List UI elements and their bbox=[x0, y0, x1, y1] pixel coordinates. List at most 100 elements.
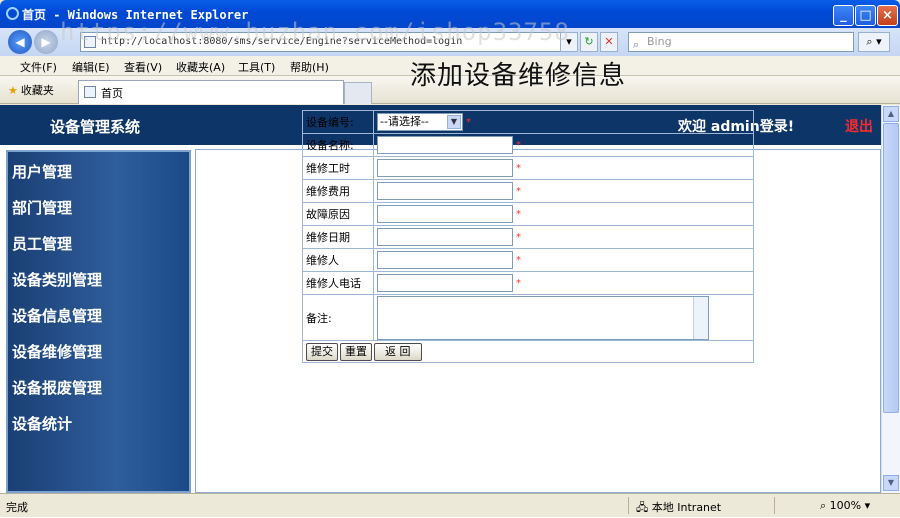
search-button[interactable]: ⌕ ▾ bbox=[858, 32, 890, 52]
field-label: 设备名称: bbox=[302, 133, 374, 157]
sidebar-item-departments[interactable]: 部门管理 bbox=[12, 197, 72, 218]
address-dropdown-icon[interactable]: ▾ bbox=[560, 32, 578, 52]
textarea-scrollbar[interactable] bbox=[693, 296, 708, 339]
device-name-input[interactable] bbox=[377, 136, 513, 154]
address-url: http://localhost:8080/sms/service/Engine… bbox=[101, 36, 463, 47]
repair-date-input[interactable] bbox=[377, 228, 513, 246]
new-tab-button[interactable] bbox=[344, 82, 372, 104]
field-label: 设备编号: bbox=[302, 110, 374, 134]
repairer-input[interactable] bbox=[377, 251, 513, 269]
form-row: 备注: bbox=[302, 294, 754, 341]
page-icon bbox=[84, 86, 96, 98]
field-label: 维修工时 bbox=[302, 156, 374, 180]
required-mark: * bbox=[516, 139, 521, 151]
scroll-thumb[interactable] bbox=[883, 123, 899, 413]
status-text: 完成 bbox=[6, 501, 28, 514]
page-scrollbar[interactable]: ▲ ▼ bbox=[881, 105, 900, 493]
select-value: --请选择-- bbox=[380, 115, 429, 128]
forward-nav-button[interactable]: ▶ bbox=[34, 30, 58, 54]
minimize-button[interactable]: _ bbox=[833, 5, 854, 26]
status-bar: 完成 🖧 本地 Intranet ⌕ 100% ▾ bbox=[0, 493, 900, 517]
address-input[interactable]: http://localhost:8080/sms/service/Engine… bbox=[80, 32, 578, 52]
zoom-icon: ⌕ bbox=[820, 499, 830, 512]
page-title: 添加设备维修信息 bbox=[410, 61, 627, 91]
star-icon: ★ bbox=[8, 84, 18, 97]
sidebar: 用户管理 部门管理 员工管理 设备类别管理 设备信息管理 设备维修管理 设备报废… bbox=[6, 150, 191, 493]
remark-textarea[interactable] bbox=[377, 295, 709, 340]
back-button[interactable]: 返 回 bbox=[374, 342, 422, 361]
zoom-control[interactable]: ⌕ 100% ▾ bbox=[820, 499, 870, 513]
sidebar-item-device-categories[interactable]: 设备类别管理 bbox=[12, 269, 102, 290]
repair-cost-input[interactable] bbox=[377, 182, 513, 200]
menu-file[interactable]: 文件(F) bbox=[20, 59, 57, 75]
status-divider bbox=[628, 497, 629, 514]
sidebar-item-device-stats[interactable]: 设备统计 bbox=[12, 413, 72, 434]
refresh-icon[interactable]: ↻ bbox=[580, 32, 598, 52]
menu-help[interactable]: 帮助(H) bbox=[290, 59, 329, 75]
repair-hours-input[interactable] bbox=[377, 159, 513, 177]
form-row: 维修费用 * bbox=[302, 179, 754, 203]
scroll-up-icon[interactable]: ▲ bbox=[883, 106, 899, 122]
field-cell: * bbox=[373, 133, 754, 157]
button-cell: 提交 重置返 回 bbox=[302, 340, 754, 363]
window-title: 首页 - Windows Internet Explorer bbox=[22, 8, 249, 22]
back-nav-button[interactable]: ◀ bbox=[8, 30, 32, 54]
field-label: 维修费用 bbox=[302, 179, 374, 203]
required-mark: * bbox=[516, 231, 521, 243]
sidebar-item-users[interactable]: 用户管理 bbox=[12, 161, 72, 182]
tab-home[interactable]: 首页 bbox=[78, 80, 344, 104]
field-label: 故障原因 bbox=[302, 202, 374, 226]
form-row: 维修人 * bbox=[302, 248, 754, 272]
menu-favorites[interactable]: 收藏夹(A) bbox=[176, 59, 225, 75]
required-mark: * bbox=[516, 277, 521, 289]
favorites-label: 收藏夹 bbox=[20, 84, 54, 97]
form-row: 维修工时 * bbox=[302, 156, 754, 180]
scroll-down-icon[interactable]: ▼ bbox=[883, 475, 899, 491]
browser-window: 首页 - Windows Internet Explorer _ □ × ◀ ▶… bbox=[0, 0, 900, 517]
field-cell: * bbox=[373, 248, 754, 272]
field-label: 备注: bbox=[302, 294, 374, 341]
field-cell: * bbox=[373, 202, 754, 226]
favorites-button[interactable]: ★ 收藏夹 bbox=[8, 82, 54, 98]
search-input[interactable]: ⌕ Bing bbox=[628, 32, 854, 52]
search-icon: ⌕ bbox=[633, 38, 640, 51]
form-row: 设备名称: * bbox=[302, 133, 754, 157]
form-row: 维修日期 * bbox=[302, 225, 754, 249]
required-mark: * bbox=[516, 208, 521, 220]
sidebar-item-device-scrap[interactable]: 设备报废管理 bbox=[12, 377, 102, 398]
form-row: 故障原因 * bbox=[302, 202, 754, 226]
ie-logo-icon bbox=[6, 7, 19, 20]
reset-button[interactable]: 重置 bbox=[340, 342, 372, 361]
field-cell: * bbox=[373, 156, 754, 180]
menu-edit[interactable]: 编辑(E) bbox=[72, 59, 110, 75]
field-cell: * bbox=[373, 179, 754, 203]
field-label: 维修人电话 bbox=[302, 271, 374, 295]
close-button[interactable]: × bbox=[877, 5, 898, 26]
address-toolbar: ◀ ▶ http://localhost:8080/sms/service/En… bbox=[0, 28, 900, 56]
field-cell: * bbox=[373, 225, 754, 249]
device-number-select[interactable]: --请选择-- ▼ bbox=[377, 113, 463, 131]
field-cell bbox=[373, 294, 754, 341]
submit-button[interactable]: 提交 bbox=[306, 342, 338, 361]
status-divider bbox=[774, 497, 775, 514]
required-mark: * bbox=[516, 185, 521, 197]
title-bar: 首页 - Windows Internet Explorer _ □ × bbox=[0, 0, 900, 30]
menu-view[interactable]: 查看(V) bbox=[124, 59, 162, 75]
repairer-phone-input[interactable] bbox=[377, 274, 513, 292]
maximize-button[interactable]: □ bbox=[855, 5, 876, 26]
menu-tools[interactable]: 工具(T) bbox=[238, 59, 275, 75]
tab-label: 首页 bbox=[101, 87, 123, 100]
form-row: 设备编号: --请选择-- ▼ * bbox=[302, 110, 754, 134]
stop-icon[interactable]: ✕ bbox=[600, 32, 618, 52]
system-name: 设备管理系统 bbox=[50, 118, 141, 136]
fault-reason-input[interactable] bbox=[377, 205, 513, 223]
sidebar-item-employees[interactable]: 员工管理 bbox=[12, 233, 72, 254]
field-cell: --请选择-- ▼ * bbox=[373, 110, 754, 134]
sidebar-item-device-info[interactable]: 设备信息管理 bbox=[12, 305, 102, 326]
intranet-icon: 🖧 bbox=[636, 501, 652, 514]
logout-link[interactable]: 退出 bbox=[845, 116, 873, 136]
form-row: 维修人电话 * bbox=[302, 271, 754, 295]
page-icon bbox=[84, 36, 96, 48]
required-mark: * bbox=[466, 116, 471, 128]
sidebar-item-device-repair[interactable]: 设备维修管理 bbox=[12, 341, 102, 362]
